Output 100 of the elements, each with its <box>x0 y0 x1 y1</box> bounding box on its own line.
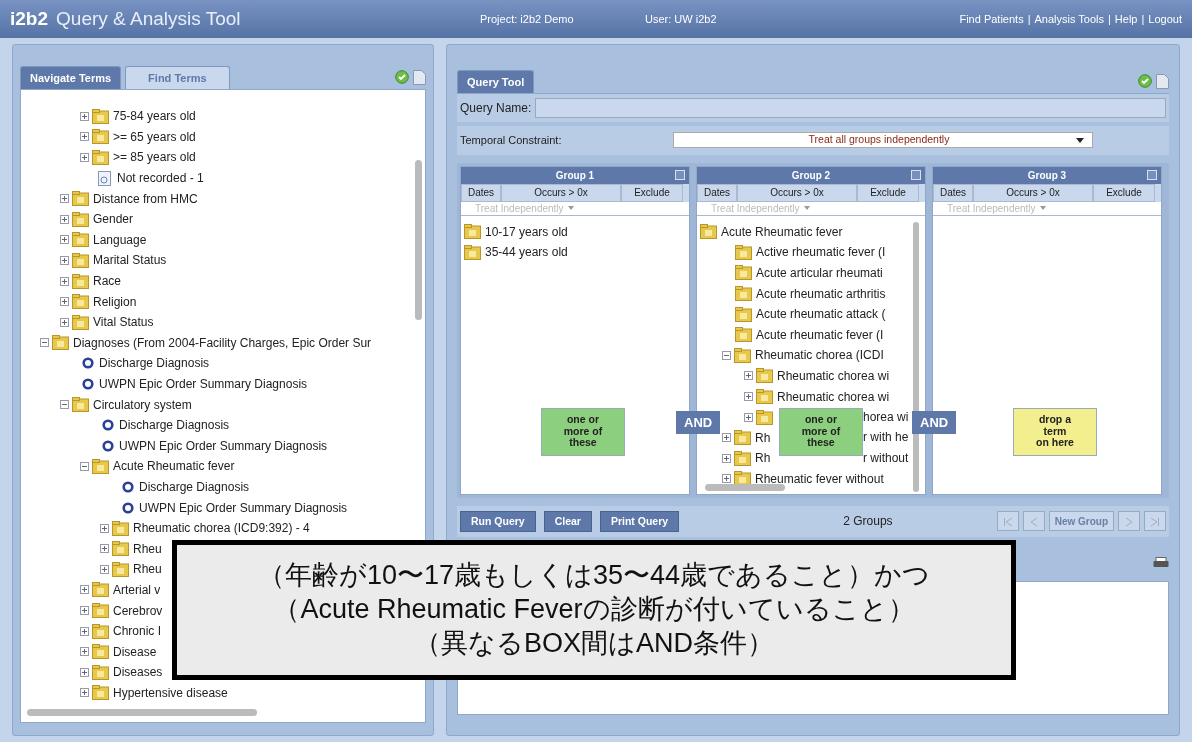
tree-item[interactable]: Rh <box>722 448 771 469</box>
expand-icon[interactable] <box>80 132 89 142</box>
tree-item[interactable]: Vital Status <box>60 311 154 333</box>
circle-icon <box>82 357 94 370</box>
nav-link[interactable]: Help <box>1114 10 1138 28</box>
tree-item[interactable]: Rheumatic chorea wi <box>744 386 890 407</box>
temporal-constraint-select[interactable]: Treat all groups independently <box>673 132 1093 149</box>
group-column-button[interactable]: Exclude <box>857 183 919 202</box>
expand-icon[interactable] <box>80 688 89 698</box>
expand-icon[interactable] <box>744 392 753 402</box>
expand-icon[interactable] <box>80 153 89 162</box>
expand-icon[interactable] <box>744 371 753 381</box>
group-column-button[interactable]: Occurs > 0x <box>973 183 1093 202</box>
temporal-constraint-label: Temporal Constraint: <box>460 133 563 148</box>
tree-item[interactable]: Hypertensive disease <box>80 682 228 704</box>
nav-link[interactable]: Find Patients <box>959 10 1024 28</box>
tree-item[interactable]: Rheu <box>100 559 162 580</box>
tree-item[interactable]: Acute rheumatic arthritis <box>722 283 886 304</box>
tree-item[interactable]: Active rheumatic fever (I <box>722 242 886 263</box>
expand-icon[interactable] <box>744 412 753 422</box>
tree-item[interactable]: Discharge Diagnosis <box>80 414 230 436</box>
tree-item[interactable]: Diagnoses (From 2004-Facility Charges, Epic Order Sur <box>40 332 372 354</box>
tree-item[interactable]: UWPN Epic Order Summary Diagnosis <box>100 497 348 518</box>
scrollbar[interactable] <box>27 709 257 716</box>
collapse-icon[interactable] <box>40 338 49 348</box>
expand-icon[interactable] <box>80 111 89 121</box>
expand-icon[interactable] <box>60 276 69 286</box>
expand-icon[interactable] <box>80 606 89 616</box>
group-column-button[interactable]: Exclude <box>1093 183 1155 202</box>
tree-item[interactable]: Marital Status <box>60 250 167 271</box>
tree-item[interactable]: Acute articular rheumati <box>722 262 883 284</box>
query-name-field[interactable] <box>535 98 1166 118</box>
tree-item[interactable]: Arterial v <box>80 579 161 601</box>
scrollbar[interactable] <box>705 483 785 491</box>
group-column-button[interactable]: Occurs > 0x <box>501 183 621 202</box>
expand-icon[interactable] <box>60 255 69 265</box>
tree-item[interactable]: Chronic I <box>80 620 162 642</box>
expand-icon[interactable] <box>100 523 109 533</box>
scrollbar[interactable] <box>913 221 919 492</box>
panel-tab[interactable]: Navigate Terms <box>20 65 122 89</box>
group-column-button[interactable]: Dates <box>933 183 973 202</box>
tree-item[interactable]: Religion <box>60 291 137 312</box>
tree-item[interactable]: 35-44 years old <box>464 242 568 263</box>
expand-icon[interactable] <box>60 214 69 224</box>
tree-item[interactable]: Circulatory system <box>60 394 192 415</box>
tree-item[interactable]: Discharge Diagnosis <box>100 476 250 498</box>
folder-icon <box>756 409 773 425</box>
tree-item[interactable]: Acute Rheumatic fever <box>80 456 235 477</box>
group-column-button[interactable]: Dates <box>461 183 501 202</box>
expand-icon[interactable] <box>80 585 89 595</box>
collapse-icon[interactable] <box>80 461 89 471</box>
tree-item[interactable]: Rheu <box>100 538 162 560</box>
tree-item[interactable]: Acute Rheumatic fever <box>700 221 843 243</box>
tree-item[interactable]: Gender <box>60 208 134 230</box>
tree-item[interactable]: Rheumatic chorea wi <box>744 365 890 387</box>
tree-item[interactable]: Rheumatic chorea (ICD9:392) - 4 <box>100 517 310 539</box>
tree-item[interactable]: Acute rheumatic fever (I <box>722 324 884 346</box>
tree-item[interactable]: UWPN Epic Order Summary Diagnosis <box>60 373 308 395</box>
expand-icon[interactable] <box>60 297 69 307</box>
expand-icon[interactable] <box>100 544 109 554</box>
tree-item[interactable]: Disease <box>80 641 157 663</box>
tree-item[interactable]: UWPN Epic Order Summary Diagnosis <box>80 435 328 457</box>
tree-item[interactable]: Race <box>60 270 121 292</box>
tree-item[interactable]: Diseases <box>80 662 163 683</box>
tree-item[interactable]: Not recorded - 1 <box>80 167 204 189</box>
expand-icon[interactable] <box>60 235 69 245</box>
caret-icon <box>567 206 574 210</box>
expand-icon[interactable] <box>60 194 69 204</box>
query-button[interactable]: Run Query <box>460 510 536 533</box>
query-button[interactable]: Clear <box>543 510 592 533</box>
tree-item[interactable]: >= 85 years old <box>80 147 196 168</box>
tree-item[interactable]: 10-17 years old <box>464 221 568 243</box>
tree-item[interactable]: Rh <box>722 427 771 449</box>
tree-item[interactable]: >= 65 years old <box>80 126 196 148</box>
group-column-button[interactable]: Exclude <box>621 183 683 202</box>
tree-item-label: Discharge Diagnosis <box>119 417 230 435</box>
collapse-icon[interactable] <box>60 400 69 410</box>
panel-tab[interactable]: Query Tool <box>457 69 535 93</box>
nav-link[interactable]: Analysis Tools <box>1034 10 1104 28</box>
expand-icon[interactable] <box>60 317 69 327</box>
tree-item[interactable]: Distance from HMC <box>60 188 198 209</box>
scrollbar[interactable] <box>415 160 422 320</box>
tree-item[interactable]: Language <box>60 229 147 251</box>
tree-item[interactable]: Discharge Diagnosis <box>60 353 210 374</box>
tree-item[interactable]: Cerebrov <box>80 600 163 621</box>
tree-item[interactable]: 75-84 years old <box>80 106 196 127</box>
expand-icon[interactable] <box>722 433 731 443</box>
tree-item[interactable]: Acute rheumatic attack ( <box>722 303 886 325</box>
query-button[interactable]: Print Query <box>599 510 680 533</box>
expand-icon[interactable] <box>100 564 109 574</box>
expand-icon[interactable] <box>80 667 89 677</box>
collapse-icon[interactable] <box>722 350 731 360</box>
group-column-button[interactable]: Dates <box>697 183 737 202</box>
expand-icon[interactable] <box>722 474 731 484</box>
expand-icon[interactable] <box>722 453 731 463</box>
expand-icon[interactable] <box>80 626 89 636</box>
group-column-button[interactable]: Occurs > 0x <box>737 183 857 202</box>
nav-link[interactable]: Logout <box>1148 10 1182 28</box>
expand-icon[interactable] <box>80 647 89 657</box>
tree-item[interactable]: Rheumatic chorea (ICDI <box>722 345 884 366</box>
